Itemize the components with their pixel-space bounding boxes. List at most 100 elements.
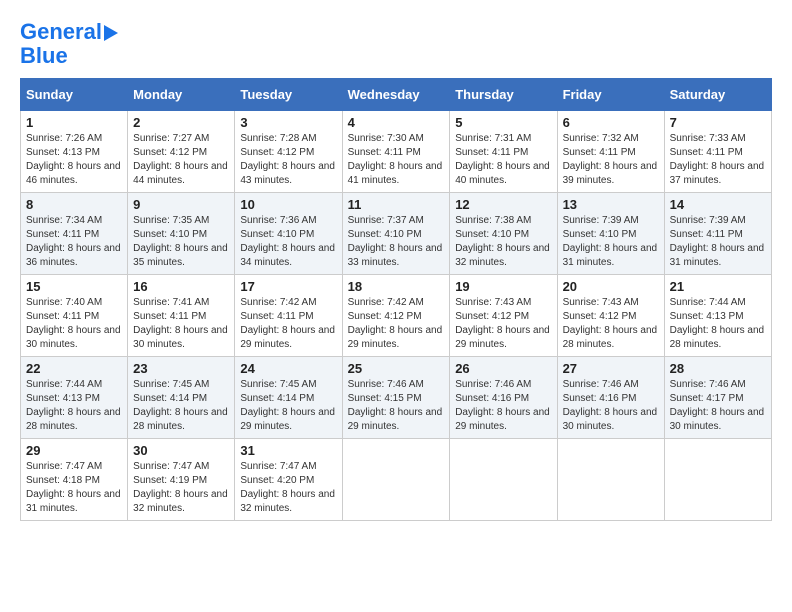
day-number: 11	[348, 197, 445, 212]
day-number: 22	[26, 361, 122, 376]
day-info: Sunrise: 7:47 AM Sunset: 4:20 PM Dayligh…	[240, 460, 336, 516]
weekday-header-friday: Friday	[557, 79, 664, 111]
calendar-day-cell: 15 Sunrise: 7:40 AM Sunset: 4:11 PM Dayl…	[21, 275, 128, 357]
page-header: General Blue	[20, 20, 772, 68]
day-info: Sunrise: 7:30 AM Sunset: 4:11 PM Dayligh…	[348, 132, 445, 188]
logo: General Blue	[20, 20, 118, 68]
day-number: 30	[133, 443, 229, 458]
day-number: 21	[670, 279, 766, 294]
day-info: Sunrise: 7:31 AM Sunset: 4:11 PM Dayligh…	[455, 132, 551, 188]
weekday-header-saturday: Saturday	[664, 79, 771, 111]
calendar-day-cell: 19 Sunrise: 7:43 AM Sunset: 4:12 PM Dayl…	[450, 275, 557, 357]
weekday-header-tuesday: Tuesday	[235, 79, 342, 111]
day-number: 12	[455, 197, 551, 212]
logo-arrow-icon	[104, 25, 118, 41]
calendar-week-row: 22 Sunrise: 7:44 AM Sunset: 4:13 PM Dayl…	[21, 357, 772, 439]
day-info: Sunrise: 7:26 AM Sunset: 4:13 PM Dayligh…	[26, 132, 122, 188]
calendar-day-cell: 1 Sunrise: 7:26 AM Sunset: 4:13 PM Dayli…	[21, 111, 128, 193]
day-number: 8	[26, 197, 122, 212]
calendar-day-cell: 25 Sunrise: 7:46 AM Sunset: 4:15 PM Dayl…	[342, 357, 450, 439]
weekday-header-wednesday: Wednesday	[342, 79, 450, 111]
calendar-day-cell: 7 Sunrise: 7:33 AM Sunset: 4:11 PM Dayli…	[664, 111, 771, 193]
day-number: 20	[563, 279, 659, 294]
calendar-day-cell: 27 Sunrise: 7:46 AM Sunset: 4:16 PM Dayl…	[557, 357, 664, 439]
day-number: 18	[348, 279, 445, 294]
day-info: Sunrise: 7:45 AM Sunset: 4:14 PM Dayligh…	[133, 378, 229, 434]
day-number: 31	[240, 443, 336, 458]
calendar-table: SundayMondayTuesdayWednesdayThursdayFrid…	[20, 78, 772, 521]
calendar-day-cell: 14 Sunrise: 7:39 AM Sunset: 4:11 PM Dayl…	[664, 193, 771, 275]
day-number: 27	[563, 361, 659, 376]
calendar-day-cell: 28 Sunrise: 7:46 AM Sunset: 4:17 PM Dayl…	[664, 357, 771, 439]
day-number: 29	[26, 443, 122, 458]
day-number: 2	[133, 115, 229, 130]
calendar-day-cell: 8 Sunrise: 7:34 AM Sunset: 4:11 PM Dayli…	[21, 193, 128, 275]
day-info: Sunrise: 7:37 AM Sunset: 4:10 PM Dayligh…	[348, 214, 445, 270]
day-info: Sunrise: 7:43 AM Sunset: 4:12 PM Dayligh…	[563, 296, 659, 352]
day-info: Sunrise: 7:32 AM Sunset: 4:11 PM Dayligh…	[563, 132, 659, 188]
calendar-day-cell: 12 Sunrise: 7:38 AM Sunset: 4:10 PM Dayl…	[450, 193, 557, 275]
day-number: 28	[670, 361, 766, 376]
day-info: Sunrise: 7:33 AM Sunset: 4:11 PM Dayligh…	[670, 132, 766, 188]
day-number: 3	[240, 115, 336, 130]
calendar-day-cell: 3 Sunrise: 7:28 AM Sunset: 4:12 PM Dayli…	[235, 111, 342, 193]
day-info: Sunrise: 7:36 AM Sunset: 4:10 PM Dayligh…	[240, 214, 336, 270]
empty-cell	[342, 439, 450, 521]
day-info: Sunrise: 7:40 AM Sunset: 4:11 PM Dayligh…	[26, 296, 122, 352]
day-number: 9	[133, 197, 229, 212]
day-info: Sunrise: 7:41 AM Sunset: 4:11 PM Dayligh…	[133, 296, 229, 352]
day-number: 5	[455, 115, 551, 130]
calendar-day-cell: 31 Sunrise: 7:47 AM Sunset: 4:20 PM Dayl…	[235, 439, 342, 521]
weekday-header-sunday: Sunday	[21, 79, 128, 111]
day-info: Sunrise: 7:44 AM Sunset: 4:13 PM Dayligh…	[26, 378, 122, 434]
day-number: 6	[563, 115, 659, 130]
day-info: Sunrise: 7:46 AM Sunset: 4:17 PM Dayligh…	[670, 378, 766, 434]
calendar-day-cell: 17 Sunrise: 7:42 AM Sunset: 4:11 PM Dayl…	[235, 275, 342, 357]
day-number: 23	[133, 361, 229, 376]
empty-cell	[450, 439, 557, 521]
calendar-day-cell: 18 Sunrise: 7:42 AM Sunset: 4:12 PM Dayl…	[342, 275, 450, 357]
day-info: Sunrise: 7:28 AM Sunset: 4:12 PM Dayligh…	[240, 132, 336, 188]
day-info: Sunrise: 7:46 AM Sunset: 4:16 PM Dayligh…	[563, 378, 659, 434]
day-number: 10	[240, 197, 336, 212]
day-info: Sunrise: 7:39 AM Sunset: 4:11 PM Dayligh…	[670, 214, 766, 270]
day-number: 15	[26, 279, 122, 294]
day-info: Sunrise: 7:43 AM Sunset: 4:12 PM Dayligh…	[455, 296, 551, 352]
day-info: Sunrise: 7:44 AM Sunset: 4:13 PM Dayligh…	[670, 296, 766, 352]
day-info: Sunrise: 7:39 AM Sunset: 4:10 PM Dayligh…	[563, 214, 659, 270]
calendar-week-row: 15 Sunrise: 7:40 AM Sunset: 4:11 PM Dayl…	[21, 275, 772, 357]
day-info: Sunrise: 7:42 AM Sunset: 4:12 PM Dayligh…	[348, 296, 445, 352]
calendar-day-cell: 11 Sunrise: 7:37 AM Sunset: 4:10 PM Dayl…	[342, 193, 450, 275]
day-number: 7	[670, 115, 766, 130]
day-number: 1	[26, 115, 122, 130]
calendar-day-cell: 6 Sunrise: 7:32 AM Sunset: 4:11 PM Dayli…	[557, 111, 664, 193]
day-number: 16	[133, 279, 229, 294]
day-info: Sunrise: 7:35 AM Sunset: 4:10 PM Dayligh…	[133, 214, 229, 270]
calendar-day-cell: 10 Sunrise: 7:36 AM Sunset: 4:10 PM Dayl…	[235, 193, 342, 275]
logo-blue-text: Blue	[20, 44, 68, 68]
calendar-week-row: 1 Sunrise: 7:26 AM Sunset: 4:13 PM Dayli…	[21, 111, 772, 193]
empty-cell	[664, 439, 771, 521]
day-info: Sunrise: 7:34 AM Sunset: 4:11 PM Dayligh…	[26, 214, 122, 270]
day-number: 14	[670, 197, 766, 212]
day-number: 19	[455, 279, 551, 294]
calendar-day-cell: 30 Sunrise: 7:47 AM Sunset: 4:19 PM Dayl…	[128, 439, 235, 521]
calendar-week-row: 8 Sunrise: 7:34 AM Sunset: 4:11 PM Dayli…	[21, 193, 772, 275]
day-info: Sunrise: 7:42 AM Sunset: 4:11 PM Dayligh…	[240, 296, 336, 352]
calendar-day-cell: 5 Sunrise: 7:31 AM Sunset: 4:11 PM Dayli…	[450, 111, 557, 193]
empty-cell	[557, 439, 664, 521]
calendar-header-row: SundayMondayTuesdayWednesdayThursdayFrid…	[21, 79, 772, 111]
calendar-day-cell: 20 Sunrise: 7:43 AM Sunset: 4:12 PM Dayl…	[557, 275, 664, 357]
day-info: Sunrise: 7:47 AM Sunset: 4:19 PM Dayligh…	[133, 460, 229, 516]
day-info: Sunrise: 7:47 AM Sunset: 4:18 PM Dayligh…	[26, 460, 122, 516]
calendar-week-row: 29 Sunrise: 7:47 AM Sunset: 4:18 PM Dayl…	[21, 439, 772, 521]
day-info: Sunrise: 7:46 AM Sunset: 4:15 PM Dayligh…	[348, 378, 445, 434]
day-info: Sunrise: 7:38 AM Sunset: 4:10 PM Dayligh…	[455, 214, 551, 270]
logo-text: General	[20, 20, 102, 44]
calendar-day-cell: 21 Sunrise: 7:44 AM Sunset: 4:13 PM Dayl…	[664, 275, 771, 357]
day-number: 25	[348, 361, 445, 376]
day-info: Sunrise: 7:46 AM Sunset: 4:16 PM Dayligh…	[455, 378, 551, 434]
day-number: 17	[240, 279, 336, 294]
calendar-day-cell: 22 Sunrise: 7:44 AM Sunset: 4:13 PM Dayl…	[21, 357, 128, 439]
calendar-day-cell: 26 Sunrise: 7:46 AM Sunset: 4:16 PM Dayl…	[450, 357, 557, 439]
